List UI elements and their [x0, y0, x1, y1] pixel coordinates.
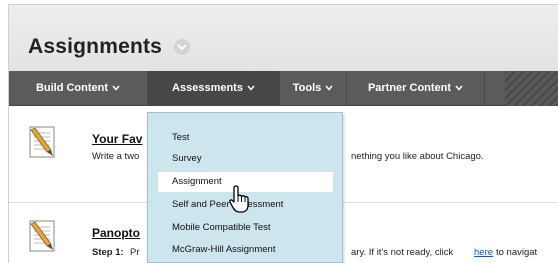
- menu-assessments-label: Assessments: [172, 82, 243, 94]
- menu-tools[interactable]: Tools: [280, 71, 346, 106]
- page-title: Assignments: [28, 35, 163, 58]
- menu-partner-content-label: Partner Content: [367, 82, 452, 94]
- dropdown-item-mcgraw-hill-assignment[interactable]: McGraw-Hill Assignment: [158, 240, 333, 260]
- menu-partner-content[interactable]: Partner Content: [347, 71, 484, 106]
- here-link[interactable]: here: [474, 247, 493, 258]
- chevron-down-icon: [455, 85, 463, 91]
- chevron-down-icon[interactable]: [174, 39, 190, 55]
- dropdown-item-survey[interactable]: Survey: [158, 149, 333, 169]
- document-pencil-icon: [29, 220, 55, 252]
- document-pencil-icon: [29, 126, 55, 158]
- menu-build-content[interactable]: Build Content: [9, 71, 147, 106]
- step-text: ary. If it's not ready, click: [351, 247, 454, 258]
- step-label: Step 1:: [92, 247, 124, 258]
- step-text-tail: to navigat: [496, 247, 538, 258]
- chevron-down-icon: [247, 85, 255, 91]
- page-header: Assignments: [9, 5, 558, 71]
- menu-build-content-label: Build Content: [35, 82, 109, 94]
- hand-pointer-icon: [229, 185, 249, 213]
- content-item-description: Write a two: [92, 151, 140, 162]
- menu-assessments[interactable]: Assessments: [148, 71, 279, 106]
- content-item-title[interactable]: Your Fav: [92, 132, 142, 146]
- step-text-start: Pr: [130, 247, 140, 258]
- content-menubar: Build Content Assessments Tools Partner …: [9, 71, 558, 106]
- menubar-pattern: [505, 71, 558, 106]
- content-item-description-end: nething you like about Chicago.: [351, 151, 484, 162]
- dropdown-item-test[interactable]: Test: [158, 128, 333, 148]
- menu-tools-label: Tools: [292, 82, 322, 94]
- menu-separator: [484, 71, 485, 106]
- chevron-down-icon: [112, 85, 120, 91]
- dropdown-item-mobile-compatible-test[interactable]: Mobile Compatible Test: [158, 218, 333, 238]
- chevron-down-icon: [325, 85, 333, 91]
- content-item-title[interactable]: Panopto: [92, 226, 140, 240]
